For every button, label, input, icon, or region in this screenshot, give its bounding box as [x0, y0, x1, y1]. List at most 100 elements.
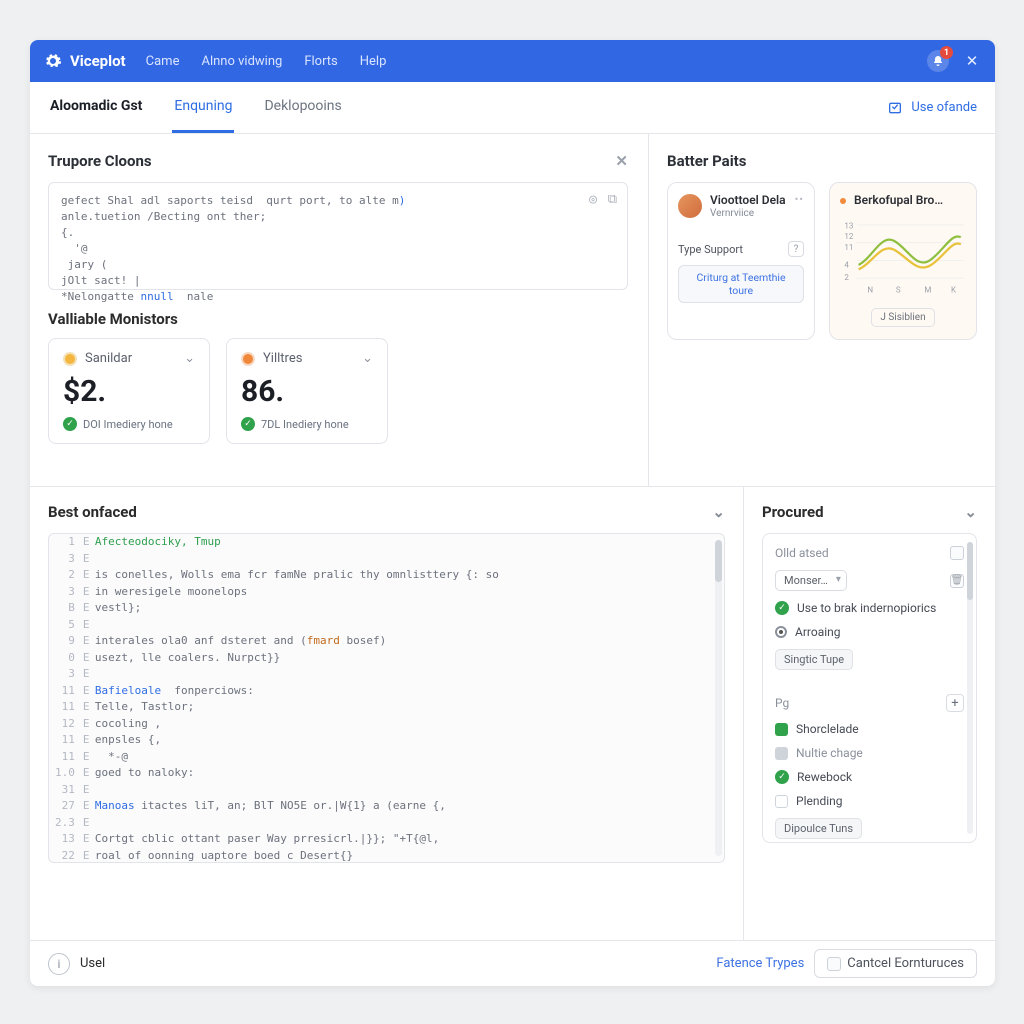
lower-pane: Best onfaced ⌄ 1EAfecteodociky, Tmup3E2E…: [30, 486, 995, 940]
procured-title: Procured: [762, 503, 824, 521]
procured-box: Olld atsed Monser… 🗑 ✓ Use to brak inder…: [762, 533, 977, 843]
chip-icon: [775, 747, 788, 760]
cancel-icon: [827, 957, 841, 971]
use-ofande-icon: [887, 100, 903, 116]
procured-label: Olld atsed: [775, 546, 829, 560]
pait-card-chart[interactable]: Berkofupal Bro… 13 12 11 4 2: [829, 182, 977, 340]
info-icon[interactable]: i: [48, 953, 70, 975]
cancel-label: Cantcel Eornturuces: [847, 956, 964, 971]
cancel-button[interactable]: Cantcel Eornturuces: [814, 949, 977, 978]
pait-card-user[interactable]: Vioottoel Dela Vernrviice •• Type Suppor…: [667, 182, 815, 340]
kebab-menu-icon[interactable]: ••: [795, 193, 804, 206]
list-item[interactable]: Rewebock: [797, 770, 852, 784]
monitor-name: Sanildar: [85, 351, 132, 366]
svg-text:11: 11: [844, 243, 853, 252]
monitor-cards: Sanildar ⌄ $2. ✓ DOI Imediery hone Yilltr…: [48, 338, 628, 444]
editor-panel: Best onfaced ⌄ 1EAfecteodociky, Tmup3E2E…: [30, 487, 743, 940]
add-button[interactable]: +: [946, 694, 964, 712]
notification-bell-icon[interactable]: [927, 50, 949, 72]
pait-sub: Vernrviice: [710, 208, 786, 219]
procured-item-label: Use to brak indernopiorics: [797, 601, 936, 615]
brand-label: Viceplot: [70, 52, 126, 70]
monitor-card-yilltres[interactable]: Yilltres ⌄ 86. ✓7DL Inediery hone: [226, 338, 388, 444]
tab-strip: Aloomadic Gst Enquning Deklopooins Use o…: [30, 82, 995, 134]
code-kw: nnull: [140, 290, 173, 303]
chevron-down-icon[interactable]: ⌄: [362, 351, 373, 366]
app-window: Viceplot Came Alnno vidwing Florts Help …: [30, 40, 995, 986]
orange-dot-icon: [840, 198, 846, 204]
tab-deklopooins[interactable]: Deklopooins: [262, 82, 343, 133]
tab-aloomadic[interactable]: Aloomadic Gst: [48, 82, 144, 133]
svg-text:M: M: [924, 285, 931, 294]
monitor-value: $2.: [63, 374, 195, 409]
upload-icon[interactable]: [950, 546, 964, 560]
top-nav: Came Alnno vidwing Florts Help: [146, 54, 387, 69]
use-ofande-action[interactable]: Use ofande: [887, 100, 977, 116]
status-dot-icon: [63, 352, 77, 366]
svg-text:N: N: [867, 285, 873, 294]
chevron-down-icon[interactable]: ⌄: [964, 503, 977, 521]
pait-cards: Vioottoel Dela Vernrviice •• Type Suppor…: [667, 182, 977, 340]
code-editor[interactable]: 1EAfecteodociky, Tmup3E2Eis conelles, Wo…: [48, 533, 725, 863]
nav-came[interactable]: Came: [146, 54, 180, 69]
chevron-down-icon[interactable]: ⌄: [712, 503, 725, 521]
pg-label: Pg: [775, 696, 789, 710]
tab-enquning[interactable]: Enquning: [172, 82, 234, 133]
monitor-footer: 7DL Inediery hone: [261, 418, 349, 431]
chevron-down-icon[interactable]: ⌄: [184, 351, 195, 366]
list-item[interactable]: Shorclelade: [796, 722, 859, 736]
upper-left: Trupore Cloons ✕ ◎⧉gefect Shal adl sapor…: [30, 134, 649, 486]
list-item[interactable]: Plending: [796, 794, 843, 808]
pait-cta-button[interactable]: Criturg at Teemthie toure: [678, 265, 804, 303]
footer: i Usel Fatence Trypes Cantcel Eornturuce…: [30, 940, 995, 986]
code-line: gefect Shal adl saports teisd qurt port,…: [61, 194, 399, 207]
scrollbar-thumb[interactable]: [967, 542, 973, 600]
file-icon: [775, 795, 788, 808]
code-line: nale: [174, 290, 214, 303]
check-icon: ✓: [775, 601, 789, 615]
brand-gear-icon: [44, 52, 62, 70]
code-line: anle.tuetion /Becting ont ther;: [61, 210, 266, 223]
procured-panel: Procured ⌄ Olld atsed Monser… 🗑 ✓ Use to…: [743, 487, 995, 940]
delete-icon[interactable]: 🗑: [950, 574, 964, 588]
check-icon: ✓: [775, 770, 789, 784]
trupore-code[interactable]: ◎ ⧉ gefect Shal adl saports teisd qurt por…: [48, 182, 628, 290]
trupore-close-icon[interactable]: ✕: [615, 152, 628, 170]
radio-icon[interactable]: [775, 626, 787, 638]
status-dot-icon: [241, 352, 255, 366]
chart-button[interactable]: J Sisiblien: [871, 308, 934, 327]
nav-help[interactable]: Help: [360, 54, 387, 69]
scrollbar-thumb[interactable]: [715, 540, 722, 582]
code-line: jary (: [61, 258, 107, 271]
code-line: *Nelongatte: [61, 290, 140, 303]
monitor-value: 86.: [241, 374, 373, 409]
monitors-title: Valliable Monistors: [48, 310, 628, 328]
window-close-icon[interactable]: ✕: [963, 52, 981, 70]
pait-row-label: Type Support: [678, 243, 743, 256]
upper-pane: Trupore Cloons ✕ ◎⧉gefect Shal adl sapor…: [30, 134, 995, 486]
monser-dropdown[interactable]: Monser…: [775, 570, 847, 591]
svg-text:S: S: [896, 285, 901, 294]
help-icon[interactable]: ?: [788, 241, 804, 257]
check-icon: ✓: [63, 417, 77, 431]
svg-text:K: K: [951, 285, 957, 294]
titlebar-right: ✕: [927, 50, 981, 72]
avatar: [678, 194, 702, 218]
singtic-tag[interactable]: Singtic Tupe: [775, 649, 853, 670]
titlebar: Viceplot Came Alnno vidwing Florts Help …: [30, 40, 995, 82]
code-copy-icon[interactable]: ⧉: [608, 191, 617, 210]
svg-text:4: 4: [844, 261, 849, 270]
nav-florts[interactable]: Florts: [304, 54, 337, 69]
editor-title: Best onfaced: [48, 503, 137, 521]
nav-alnno[interactable]: Alnno vidwing: [201, 54, 282, 69]
chip-icon: [775, 723, 788, 736]
sparkline-chart: 13 12 11 4 2 N S M K: [840, 216, 966, 296]
list-item[interactable]: Nultie chage: [796, 746, 863, 760]
monitor-card-sanildar[interactable]: Sanildar ⌄ $2. ✓ DOI Imediery hone: [48, 338, 210, 444]
code-preview-icon[interactable]: ◎: [589, 191, 597, 210]
monitor-footer: DOI Imediery hone: [83, 418, 173, 431]
code-line: {.: [61, 226, 74, 239]
dipoulce-tag[interactable]: Dipoulce Tuns: [775, 818, 862, 839]
code-line: '@: [61, 242, 88, 255]
fatence-link[interactable]: Fatence Trypes: [716, 956, 804, 971]
